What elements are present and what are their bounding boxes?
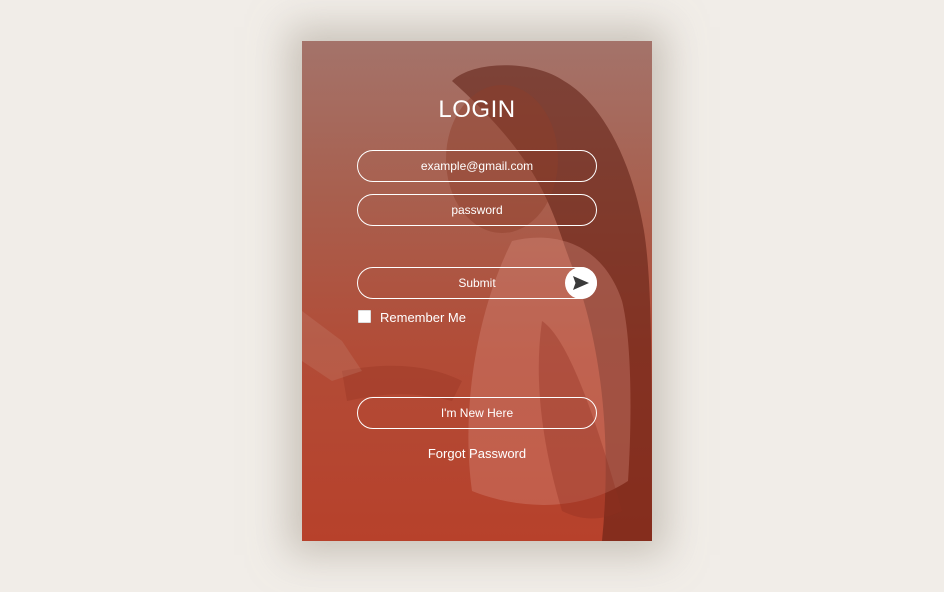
- submit-row: Submit: [357, 267, 597, 299]
- login-title: LOGIN: [438, 96, 516, 123]
- submit-button[interactable]: Submit: [357, 267, 597, 299]
- email-input[interactable]: [357, 150, 597, 182]
- send-button[interactable]: [565, 267, 597, 299]
- remember-me-checkbox[interactable]: [358, 310, 371, 323]
- remember-me-label: Remember Me: [380, 310, 466, 325]
- forgot-password-link[interactable]: Forgot Password: [302, 446, 652, 462]
- login-card: LOGIN Submit Remember Me I'm New Here Fo…: [302, 41, 652, 541]
- password-input[interactable]: [357, 194, 597, 226]
- send-icon: [573, 276, 589, 290]
- login-form: LOGIN Submit Remember Me I'm New Here Fo…: [302, 41, 652, 541]
- new-here-button[interactable]: I'm New Here: [357, 397, 597, 429]
